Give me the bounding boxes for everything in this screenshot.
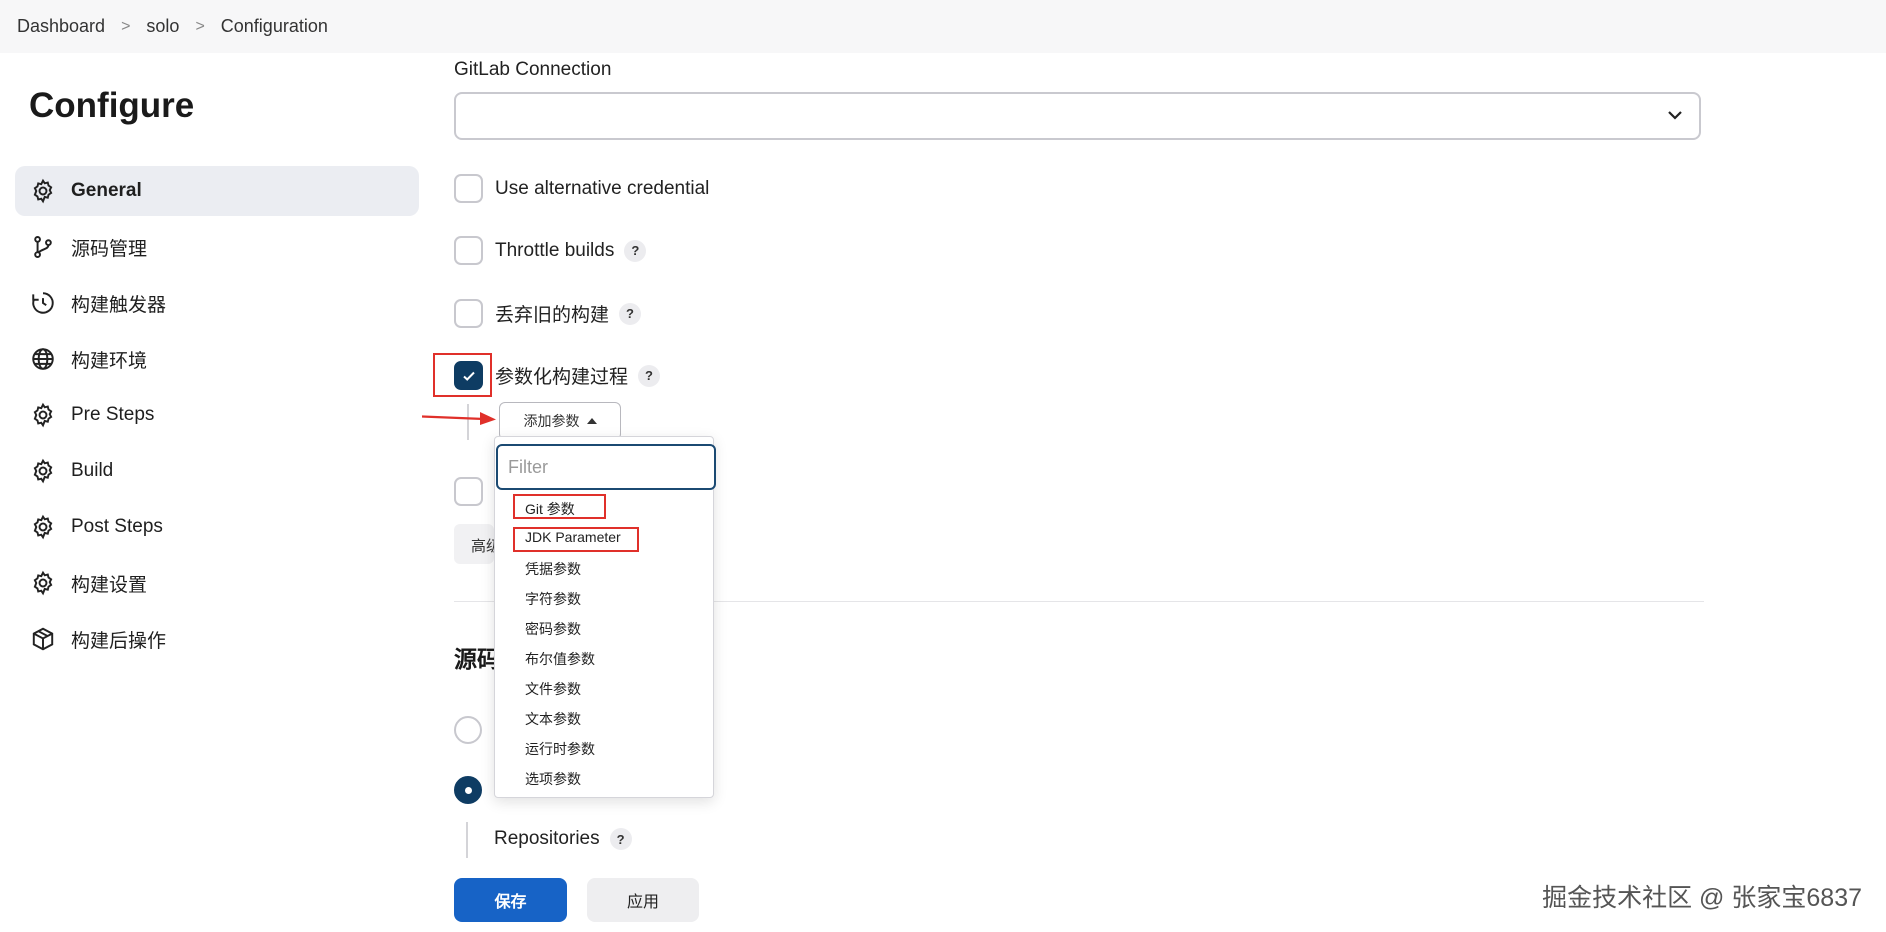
gear-icon: [29, 457, 57, 485]
sidebar-item-scm[interactable]: 源码管理: [15, 222, 419, 272]
use-alt-credential-row: Use alternative credential: [454, 174, 709, 203]
add-parameter-menu: Git 参数 JDK Parameter 凭据参数 字符参数 密码参数 布尔值参…: [494, 436, 716, 798]
save-button[interactable]: 保存: [454, 878, 567, 922]
gear-icon: [29, 513, 57, 541]
sidebar-item-post-steps[interactable]: Post Steps: [15, 502, 419, 552]
clock-icon: [29, 289, 57, 317]
chevron-right-icon: >: [195, 17, 205, 35]
chevron-down-icon: [1668, 111, 1682, 120]
sidebar-item-pre-steps[interactable]: Pre Steps: [15, 390, 419, 440]
help-icon[interactable]: ?: [619, 302, 642, 325]
breadcrumb-solo[interactable]: solo: [146, 16, 179, 37]
repositories-label: Repositories: [494, 828, 600, 849]
menu-item-credential-param[interactable]: 凭据参数: [525, 559, 581, 579]
sidebar-item-label: 构建环境: [71, 350, 148, 372]
gear-icon: [29, 401, 57, 429]
package-icon: [29, 625, 57, 653]
gitlab-connection-label: GitLab Connection: [454, 59, 612, 80]
sidebar-item-post-build[interactable]: 构建后操作: [15, 614, 419, 664]
scm-none-radio[interactable]: [454, 716, 482, 744]
nested-section-line: [466, 822, 468, 858]
discard-old-builds-checkbox[interactable]: [454, 299, 483, 328]
add-parameter-button[interactable]: 添加参数: [499, 402, 621, 440]
help-icon[interactable]: ?: [609, 828, 632, 850]
gitlab-connection-select[interactable]: [454, 92, 1701, 140]
sidebar: General 源码管理 构建触发器 构建环境 Pre Steps Build: [15, 166, 419, 670]
scm-section-title: 源码管理: [454, 646, 494, 672]
discard-old-builds-label: 丢弃旧的构建: [495, 305, 610, 326]
sidebar-item-label: Build: [71, 460, 114, 481]
filter-input[interactable]: [496, 444, 716, 490]
sidebar-item-label: 构建触发器: [71, 294, 167, 316]
sidebar-item-general[interactable]: General: [15, 166, 419, 216]
arrow-right-icon: [422, 412, 496, 425]
menu-item-string-param[interactable]: 字符参数: [525, 589, 581, 609]
discard-old-builds-row: 丢弃旧的构建 ?: [454, 299, 642, 328]
throttle-builds-row: Throttle builds ?: [454, 236, 647, 265]
breadcrumb-configuration[interactable]: Configuration: [221, 16, 328, 37]
sidebar-item-build[interactable]: Build: [15, 446, 419, 496]
menu-item-choice-param[interactable]: 选项参数: [525, 769, 581, 789]
throttle-builds-checkbox[interactable]: [454, 236, 483, 265]
advanced-button[interactable]: 高级: [454, 524, 494, 564]
caret-up-icon: [586, 418, 597, 424]
help-icon[interactable]: ?: [624, 239, 647, 262]
apply-button[interactable]: 应用: [587, 878, 699, 922]
watermark-credit: 掘金技术社区 @ 张家宝6837: [1542, 884, 1862, 912]
scm-git-radio[interactable]: [454, 776, 482, 804]
gear-icon: [29, 569, 57, 597]
use-alt-credential-checkbox[interactable]: [454, 174, 483, 203]
git-branch-icon: [29, 233, 57, 261]
chevron-right-icon: >: [121, 17, 131, 35]
page-title: Configure: [29, 86, 195, 125]
menu-item-file-param[interactable]: 文件参数: [525, 679, 581, 699]
sidebar-item-triggers[interactable]: 构建触发器: [15, 278, 419, 328]
globe-icon: [29, 345, 57, 373]
sidebar-item-label: Post Steps: [71, 516, 163, 537]
repositories-row: Repositories ?: [494, 828, 632, 850]
highlight-box: [513, 494, 606, 519]
sidebar-item-label: 构建设置: [71, 574, 148, 596]
throttle-builds-label: Throttle builds: [495, 239, 615, 261]
add-parameter-label: 添加参数: [523, 413, 580, 429]
menu-item-password-param[interactable]: 密码参数: [525, 619, 581, 639]
menu-item-text-param[interactable]: 文本参数: [525, 709, 581, 729]
sidebar-item-label: 源码管理: [71, 238, 148, 260]
sidebar-item-build-settings[interactable]: 构建设置: [15, 558, 419, 608]
breadcrumb-dashboard[interactable]: Dashboard: [17, 16, 105, 37]
parameterized-build-label: 参数化构建过程: [495, 367, 629, 388]
menu-item-boolean-param[interactable]: 布尔值参数: [525, 649, 595, 669]
sidebar-item-label: 构建后操作: [71, 630, 167, 652]
help-icon[interactable]: ?: [638, 364, 661, 387]
sidebar-item-label: Pre Steps: [71, 404, 155, 425]
use-alt-credential-label: Use alternative credential: [495, 177, 710, 199]
sidebar-item-label: General: [71, 180, 142, 201]
highlight-box: [433, 353, 492, 397]
menu-item-run-param[interactable]: 运行时参数: [525, 739, 595, 759]
highlight-box: [513, 527, 639, 552]
breadcrumb: Dashboard > solo > Configuration: [0, 0, 1886, 53]
sidebar-item-environment[interactable]: 构建环境: [15, 334, 419, 384]
gear-icon: [29, 177, 57, 205]
hidden-row-checkbox[interactable]: [454, 477, 483, 506]
